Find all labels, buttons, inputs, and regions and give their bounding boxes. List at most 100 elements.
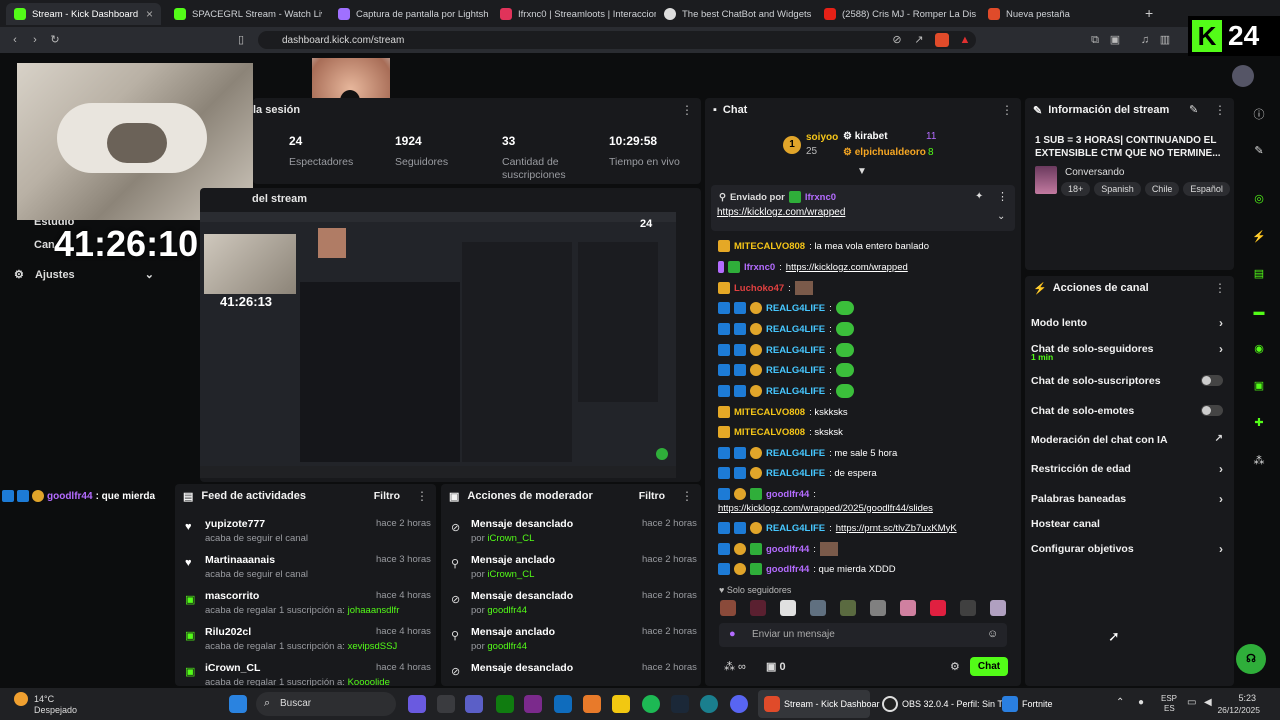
bookmark-icon[interactable]: ▯: [234, 33, 248, 47]
chat-link[interactable]: https://kicklogz.com/wrapped: [786, 262, 908, 273]
emote-icon[interactable]: [930, 600, 946, 616]
feed-user[interactable]: yupizote777: [205, 518, 265, 530]
outlook-icon[interactable]: [554, 695, 572, 713]
feed-target-user[interactable]: Koooolide: [348, 677, 390, 686]
volume-icon[interactable]: ◀: [1204, 697, 1212, 708]
filter-button[interactable]: Filtro: [374, 490, 400, 502]
channel-action-item[interactable]: Chat de solo-emotes: [1031, 402, 1229, 420]
more-options-icon[interactable]: ⋮: [416, 489, 428, 503]
chat-link[interactable]: https://kicklogz.com/wrapped/2025/goodlf…: [718, 503, 933, 514]
tab-lightshot[interactable]: Captura de pantalla por Lightshot: [330, 3, 488, 25]
app-icon[interactable]: [524, 695, 542, 713]
channel-action-item[interactable]: Chat de solo-suscriptores: [1031, 372, 1229, 390]
session-stats-icon[interactable]: ◎: [1250, 190, 1268, 208]
taskbar-app-obs[interactable]: OBS 32.0.4 - Perfil: Sin T: [876, 690, 1003, 718]
taskbar-app-fortnite[interactable]: Fortnite: [998, 690, 1068, 718]
emote-icon[interactable]: [750, 600, 766, 616]
tab-spacegrl[interactable]: SPACEGRL Stream - Watch Live on Ki: [166, 3, 322, 25]
emote-icon[interactable]: [960, 600, 976, 616]
file-explorer-icon[interactable]: [612, 695, 630, 713]
tag-badge[interactable]: Spanish: [1094, 182, 1141, 196]
mod-user[interactable]: goodlfr44: [487, 641, 527, 652]
send-chat-button[interactable]: Chat: [970, 657, 1008, 676]
chat-username[interactable]: REALG4LIFE: [766, 468, 825, 479]
chat-username[interactable]: goodlfr44: [766, 564, 809, 575]
url-field[interactable]: dashboard.kick.com/stream: [258, 31, 976, 49]
emote-icon[interactable]: [810, 600, 826, 616]
media-icon[interactable]: ♫: [1138, 33, 1152, 47]
clock-date[interactable]: 26/12/2025: [1214, 705, 1260, 715]
mic-icon[interactable]: ●: [1138, 697, 1144, 708]
edit-icon[interactable]: ✎: [1189, 103, 1198, 116]
feed-target-user[interactable]: xevipsdSSJ: [348, 641, 398, 652]
bolt-icon[interactable]: ⚡: [1250, 228, 1268, 246]
emote-icon[interactable]: [870, 600, 886, 616]
sidebar-item-ajustes[interactable]: ⚙ Ajustes ⌄: [14, 268, 160, 281]
info-icon[interactable]: ⓘ: [1250, 106, 1268, 124]
feed-user[interactable]: Martinaaanais: [205, 554, 275, 566]
tag-badge[interactable]: Chile: [1144, 182, 1180, 196]
language-indicator[interactable]: ESP: [1161, 694, 1177, 703]
teams-icon[interactable]: [465, 695, 483, 713]
chat-username[interactable]: goodlfr44: [766, 544, 809, 555]
xbox-icon[interactable]: [496, 695, 514, 713]
feed-user[interactable]: mascorrito: [205, 590, 259, 602]
task-view-icon[interactable]: [437, 695, 455, 713]
reload-icon[interactable]: ↻: [48, 33, 62, 47]
mod-user[interactable]: iCrown_CL: [487, 533, 534, 544]
broadcast-icon[interactable]: ◉: [1250, 340, 1268, 358]
clock-time[interactable]: 5:23: [1222, 693, 1256, 703]
tag-badge[interactable]: Español: [1183, 182, 1230, 196]
chat-username[interactable]: MITECALVO808: [734, 241, 805, 252]
network-icon[interactable]: ▭: [1187, 697, 1196, 708]
rewards-icon[interactable]: ▲: [958, 33, 972, 47]
channel-action-item[interactable]: Modo lento ›: [1031, 314, 1229, 332]
more-options-icon[interactable]: ⋮: [997, 190, 1008, 203]
filter-button[interactable]: Filtro: [639, 490, 665, 502]
chat-username[interactable]: MITECALVO808: [734, 427, 805, 438]
tab-new[interactable]: Nueva pestaña: [980, 3, 1135, 25]
chat-username[interactable]: REALG4LIFE: [766, 345, 825, 356]
more-options-icon[interactable]: ⋮: [1214, 281, 1226, 295]
collapse-leaderboard-icon[interactable]: ▼: [857, 166, 867, 177]
top-user-2[interactable]: ⚙ kirabet: [843, 131, 888, 142]
feed-target-user[interactable]: johaaansdlfr: [348, 605, 400, 616]
channel-action-item[interactable]: Moderación del chat con IA ↗: [1031, 431, 1229, 449]
chat-settings-icon[interactable]: ⚙: [950, 660, 960, 673]
tab-streamloots[interactable]: Ifrxnc0 | Streamloots | Interacciones: [492, 3, 656, 25]
mute-icon[interactable]: ⊘: [890, 33, 904, 47]
more-options-icon[interactable]: ⋮: [1001, 103, 1013, 117]
screenshot-icon[interactable]: ▣: [1108, 33, 1122, 47]
emote-icon[interactable]: [720, 600, 736, 616]
chat-username[interactable]: REALG4LIFE: [766, 324, 825, 335]
channel-action-item[interactable]: Restricción de edad ›: [1031, 460, 1229, 478]
chat-username[interactable]: Luchoko47: [734, 283, 784, 294]
chevron-up-icon[interactable]: ⌃: [1116, 697, 1124, 708]
chat-username[interactable]: goodlfr44: [766, 489, 809, 500]
back-icon[interactable]: ‹: [8, 33, 22, 47]
channel-action-item[interactable]: Chat de solo-seguidores 1 min ›: [1031, 340, 1229, 362]
chat-username[interactable]: REALG4LIFE: [766, 523, 825, 534]
avatar[interactable]: [1232, 65, 1254, 87]
emote-icon[interactable]: [840, 600, 856, 616]
users-icon[interactable]: ⁂: [1250, 452, 1268, 470]
pinned-link[interactable]: https://kicklogz.com/wrapped: [717, 207, 845, 218]
edit-pencil-icon[interactable]: ✎: [1250, 142, 1268, 160]
chat-username[interactable]: lfrxnc0: [744, 262, 775, 273]
chat-bubble-icon[interactable]: ▬: [1250, 303, 1268, 321]
taskbar-search[interactable]: ⌕ Buscar: [256, 692, 396, 716]
brave-shield-icon[interactable]: [935, 33, 949, 47]
steam-icon[interactable]: [671, 695, 689, 713]
chat-username[interactable]: MITECALVO808: [734, 407, 805, 418]
mod-user[interactable]: goodlfr44: [487, 605, 527, 616]
chat-username[interactable]: REALG4LIFE: [766, 303, 825, 314]
app-icon[interactable]: [583, 695, 601, 713]
category-name[interactable]: Conversando: [1065, 167, 1124, 178]
pinned-user[interactable]: lfrxnc0: [805, 192, 836, 203]
preview-icon[interactable]: ▣: [1250, 377, 1268, 395]
windows-start-icon[interactable]: [229, 695, 247, 713]
more-options-icon[interactable]: ⋮: [681, 103, 693, 117]
stream-preview-video[interactable]: 41:26:13 24: [200, 212, 676, 478]
copilot-icon[interactable]: [408, 695, 426, 713]
chat-username[interactable]: REALG4LIFE: [766, 448, 825, 459]
